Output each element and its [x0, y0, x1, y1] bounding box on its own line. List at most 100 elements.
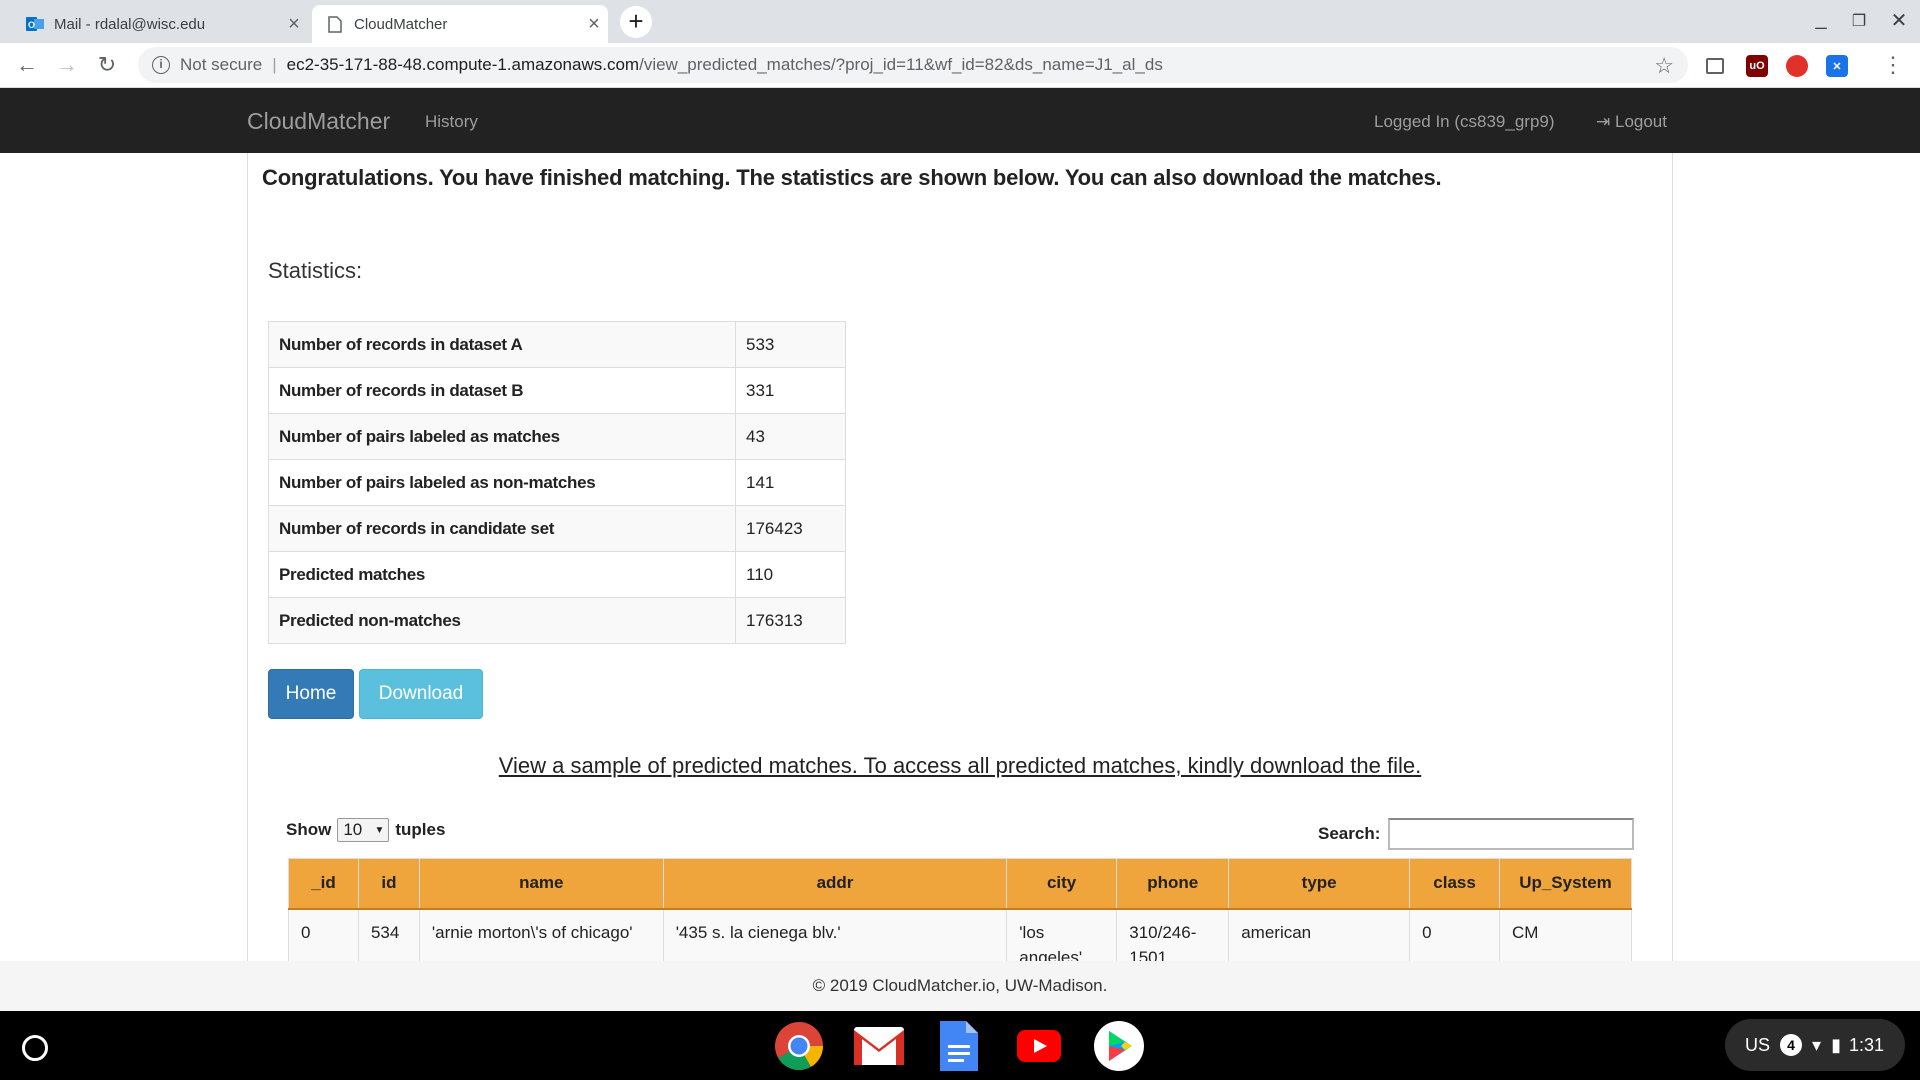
stat-value: 141: [735, 459, 846, 506]
launcher-icon[interactable]: [22, 1035, 48, 1061]
tab-mail[interactable]: O Mail - rdalal@wisc.edu ×: [12, 5, 308, 43]
window-close-icon[interactable]: ✕: [1884, 8, 1914, 33]
os-shelf: US 4 ▾ ▮ 1:31: [0, 1011, 1920, 1080]
logged-in-label: Logged In (cs839_grp9): [1374, 112, 1555, 131]
app-navbar: CloudMatcher History Logged In (cs839_gr…: [0, 88, 1920, 153]
stat-value: 331: [735, 367, 846, 414]
play-store-icon[interactable]: [1094, 1021, 1144, 1071]
search-label: Search:: [1318, 824, 1381, 843]
url-host: ec2-35-171-88-48.compute-1.amazonaws.com: [286, 55, 640, 74]
divider: |: [272, 55, 277, 74]
column-header[interactable]: name: [418, 858, 664, 910]
column-header[interactable]: class: [1409, 858, 1500, 910]
statistics-table: Number of records in dataset A 533 Number…: [268, 321, 846, 644]
congrats-message: Congratulations. You have finished match…: [262, 165, 1442, 190]
reload-icon[interactable]: ↻: [92, 51, 122, 81]
column-header[interactable]: _id: [288, 858, 359, 910]
nav-history[interactable]: History: [425, 112, 478, 132]
table-cell: 534: [357, 908, 420, 961]
chrome-icon[interactable]: [774, 1021, 824, 1071]
logout-link[interactable]: ⇥ Logout: [1596, 112, 1667, 132]
stat-label: Number of pairs labeled as non-matches: [268, 459, 736, 506]
ublock-icon[interactable]: uO: [1746, 55, 1768, 77]
stat-label: Number of records in dataset B: [268, 367, 736, 414]
stat-value: 176423: [735, 505, 846, 552]
stat-row: Number of records in dataset B 331: [268, 367, 846, 414]
close-icon[interactable]: ×: [280, 13, 308, 36]
status-tray[interactable]: US 4 ▾ ▮ 1:31: [1725, 1019, 1905, 1071]
svg-text:O: O: [28, 20, 35, 30]
tab-label: CloudMatcher: [354, 15, 448, 33]
table-cell: 'arnie morton\'s of chicago': [418, 908, 664, 961]
brand-link[interactable]: CloudMatcher: [247, 108, 390, 135]
search-control: Search:: [1318, 818, 1635, 850]
logout-label: Logout: [1614, 112, 1667, 131]
restore-icon[interactable]: ❐: [1844, 11, 1874, 31]
clock: 1:31: [1848, 1034, 1885, 1055]
page-length-value: 10: [343, 820, 363, 839]
table-cell: CM: [1499, 908, 1632, 961]
stat-row: Predicted matches 110: [268, 551, 846, 598]
browser-toolbar: ← → ↻ i Not secure | ec2-35-171-88-48.co…: [0, 43, 1920, 88]
extension-x-icon[interactable]: ✕: [1826, 55, 1848, 77]
stat-row: Number of records in candidate set 176423: [268, 505, 846, 552]
docs-icon[interactable]: [934, 1021, 984, 1071]
home-button[interactable]: Home: [268, 669, 354, 719]
close-icon[interactable]: ×: [580, 13, 608, 36]
new-tab-button[interactable]: +: [620, 6, 652, 38]
show-label: Show: [286, 820, 332, 839]
column-header[interactable]: id: [357, 858, 420, 910]
column-header[interactable]: city: [1006, 858, 1118, 910]
tab-label: Mail - rdalal@wisc.edu: [54, 15, 206, 33]
table-cell: 0: [1409, 908, 1500, 961]
youtube-icon[interactable]: [1014, 1021, 1064, 1071]
stat-label: Number of pairs labeled as matches: [268, 413, 736, 460]
page-footer: © 2019 CloudMatcher.io, UW-Madison.: [0, 961, 1920, 1011]
notification-badge: 4: [1780, 1034, 1803, 1056]
address-bar[interactable]: i Not secure | ec2-35-171-88-48.compute-…: [138, 47, 1688, 83]
stat-label: Number of records in dataset A: [268, 321, 736, 368]
info-icon[interactable]: i: [152, 56, 170, 74]
back-icon[interactable]: ←: [12, 51, 42, 81]
tab-cloudmatcher[interactable]: CloudMatcher ×: [312, 5, 608, 43]
chevron-down-icon: ▼: [374, 825, 385, 836]
table-cell: '435 s. la cienega blv.': [662, 908, 1008, 961]
cast-icon[interactable]: [1706, 58, 1724, 74]
statistics-heading: Statistics:: [268, 258, 363, 283]
stat-value: 43: [735, 413, 846, 460]
minimize-icon[interactable]: _: [1806, 8, 1836, 31]
search-input[interactable]: [1388, 818, 1635, 850]
table-cell: 310/246-1501: [1116, 908, 1230, 961]
bookmark-star-icon[interactable]: ☆: [1654, 53, 1674, 79]
tomato-icon[interactable]: [1786, 55, 1808, 77]
sample-matches-link[interactable]: View a sample of predicted matches. To a…: [0, 753, 1920, 779]
page-length-select[interactable]: 10 ▼: [337, 818, 390, 842]
forward-icon[interactable]: →: [52, 51, 82, 81]
security-label: Not secure: [180, 55, 263, 74]
menu-kebab-icon[interactable]: ⋮: [1878, 51, 1908, 81]
page-icon: [326, 15, 344, 33]
table-cell: american: [1228, 908, 1411, 961]
stat-row: Number of records in dataset A 533: [268, 321, 846, 368]
column-header[interactable]: addr: [662, 858, 1008, 910]
battery-icon: ▮: [1831, 1034, 1841, 1055]
column-header[interactable]: Up_System: [1499, 858, 1632, 910]
gmail-icon[interactable]: [854, 1021, 904, 1071]
stat-value: 110: [735, 551, 846, 598]
download-button[interactable]: Download: [359, 669, 483, 719]
column-header[interactable]: phone: [1116, 858, 1230, 910]
url-path: /view_predicted_matches/?proj_id=11&wf_i…: [639, 55, 1163, 74]
keyboard-locale: US: [1745, 1034, 1771, 1055]
logout-icon: ⇥: [1596, 112, 1611, 131]
column-header[interactable]: type: [1228, 858, 1411, 910]
stat-label: Predicted matches: [268, 551, 736, 598]
page-length-control: Show 10 ▼ tuples: [286, 818, 445, 842]
stat-row: Predicted non-matches 176313: [268, 597, 846, 644]
stat-row: Number of pairs labeled as matches 43: [268, 413, 846, 460]
predicted-matches-table: _id id name addr city phone type class U…: [288, 858, 1632, 961]
stat-label: Predicted non-matches: [268, 597, 736, 644]
table-header-row: _id id name addr city phone type class U…: [288, 858, 1632, 910]
wifi-icon: ▾: [1812, 1034, 1822, 1055]
tuples-label: tuples: [395, 820, 446, 839]
table-row: 0 534 'arnie morton\'s of chicago' '435 …: [288, 908, 1632, 961]
